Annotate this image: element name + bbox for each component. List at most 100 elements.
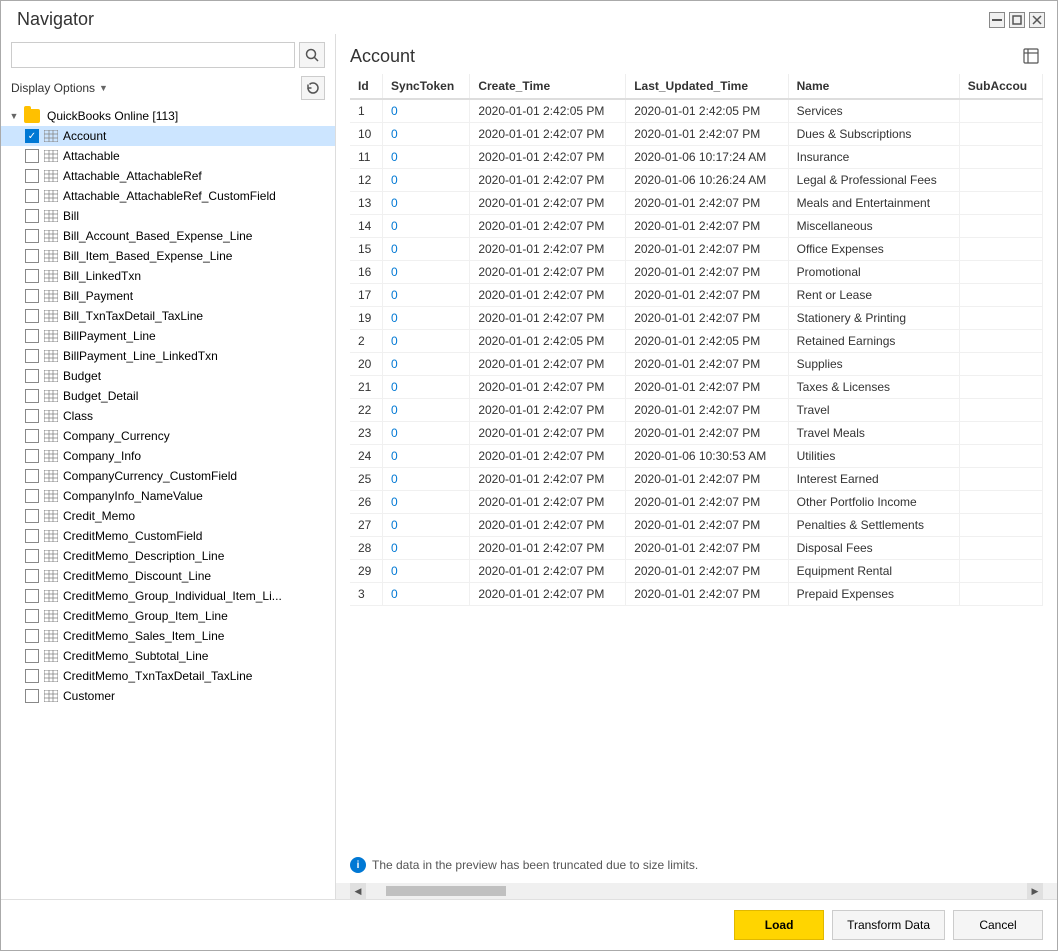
tree-item-label: Class bbox=[63, 409, 93, 423]
close-button[interactable] bbox=[1029, 12, 1045, 28]
tree-item[interactable]: Bill_Account_Based_Expense_Line bbox=[1, 226, 335, 246]
tree-item-checkbox[interactable] bbox=[25, 309, 39, 323]
tree-item[interactable]: Class bbox=[1, 406, 335, 426]
tree-item-checkbox[interactable] bbox=[25, 549, 39, 563]
tree-item[interactable]: Bill_LinkedTxn bbox=[1, 266, 335, 286]
cancel-button[interactable]: Cancel bbox=[953, 910, 1043, 940]
tree-item-checkbox[interactable] bbox=[25, 609, 39, 623]
tree-item-checkbox[interactable] bbox=[25, 409, 39, 423]
tree-item[interactable]: CreditMemo_TxnTaxDetail_TaxLine bbox=[1, 666, 335, 686]
tree-item-checkbox[interactable] bbox=[25, 589, 39, 603]
tree-item-checkbox[interactable] bbox=[25, 429, 39, 443]
tree-item[interactable]: Bill_TxnTaxDetail_TaxLine bbox=[1, 306, 335, 326]
display-options-button[interactable]: Display Options ▼ bbox=[11, 81, 108, 95]
tree-item-checkbox[interactable] bbox=[25, 229, 39, 243]
transform-data-button[interactable]: Transform Data bbox=[832, 910, 945, 940]
table-cell: 2020-01-01 2:42:07 PM bbox=[626, 376, 788, 399]
tree-item-checkbox[interactable] bbox=[25, 169, 39, 183]
tree-item-checkbox[interactable] bbox=[25, 369, 39, 383]
tree-root: ▼ QuickBooks Online [113] Account Attach… bbox=[1, 106, 335, 706]
search-input[interactable] bbox=[11, 42, 295, 68]
tree-item[interactable]: CreditMemo_Group_Individual_Item_Li... bbox=[1, 586, 335, 606]
tree-item-checkbox[interactable] bbox=[25, 269, 39, 283]
tree-item-checkbox[interactable] bbox=[25, 509, 39, 523]
tree-item-checkbox[interactable] bbox=[25, 469, 39, 483]
tree-item-checkbox[interactable] bbox=[25, 449, 39, 463]
tree-item[interactable]: Attachable_AttachableRef bbox=[1, 166, 335, 186]
table-cell bbox=[959, 330, 1042, 353]
tree-item[interactable]: CreditMemo_CustomField bbox=[1, 526, 335, 546]
tree-item[interactable]: Company_Info bbox=[1, 446, 335, 466]
tree-item-checkbox[interactable] bbox=[25, 389, 39, 403]
tree-item-checkbox[interactable] bbox=[25, 129, 39, 143]
tree-item[interactable]: CreditMemo_Subtotal_Line bbox=[1, 646, 335, 666]
tree-item-checkbox[interactable] bbox=[25, 329, 39, 343]
tree-item[interactable]: CreditMemo_Group_Item_Line bbox=[1, 606, 335, 626]
table-cell: Services bbox=[788, 99, 959, 123]
table-cell: 2020-01-01 2:42:07 PM bbox=[626, 238, 788, 261]
search-button[interactable] bbox=[299, 42, 325, 68]
tree-item[interactable]: Credit_Memo bbox=[1, 506, 335, 526]
tree-item-checkbox[interactable] bbox=[25, 569, 39, 583]
table-cell: Interest Earned bbox=[788, 468, 959, 491]
table-header: IdSyncTokenCreate_TimeLast_Updated_TimeN… bbox=[350, 74, 1043, 99]
tree-item-checkbox[interactable] bbox=[25, 529, 39, 543]
tree-item-checkbox[interactable] bbox=[25, 209, 39, 223]
tree-item[interactable]: Bill_Payment bbox=[1, 286, 335, 306]
tree-item[interactable]: Customer bbox=[1, 686, 335, 706]
tree-item[interactable]: Budget_Detail bbox=[1, 386, 335, 406]
tree-item[interactable]: CompanyInfo_NameValue bbox=[1, 486, 335, 506]
table-icon bbox=[43, 589, 59, 603]
scrollbar-thumb[interactable] bbox=[386, 886, 506, 896]
tree-item-label: BillPayment_Line bbox=[63, 329, 156, 343]
tree-item-checkbox[interactable] bbox=[25, 289, 39, 303]
tree-item-checkbox[interactable] bbox=[25, 489, 39, 503]
refresh-button[interactable] bbox=[301, 76, 325, 100]
table-cell: 0 bbox=[383, 537, 470, 560]
tree-root-item[interactable]: ▼ QuickBooks Online [113] bbox=[1, 106, 335, 126]
tree-item[interactable]: Company_Currency bbox=[1, 426, 335, 446]
tree-item-checkbox[interactable] bbox=[25, 249, 39, 263]
tree-item[interactable]: Attachable_AttachableRef_CustomField bbox=[1, 186, 335, 206]
tree-item-checkbox[interactable] bbox=[25, 689, 39, 703]
export-icon-button[interactable] bbox=[1019, 44, 1043, 68]
table-icon bbox=[43, 329, 59, 343]
tree-item[interactable]: Attachable bbox=[1, 146, 335, 166]
scroll-right-button[interactable]: ▶ bbox=[1027, 883, 1043, 899]
table-cell: Other Portfolio Income bbox=[788, 491, 959, 514]
table-row: 2102020-01-01 2:42:07 PM2020-01-01 2:42:… bbox=[350, 376, 1043, 399]
tree-item[interactable]: Bill bbox=[1, 206, 335, 226]
tree-item-checkbox[interactable] bbox=[25, 149, 39, 163]
tree-item[interactable]: Account bbox=[1, 126, 335, 146]
maximize-button[interactable] bbox=[1009, 12, 1025, 28]
table-icon bbox=[43, 389, 59, 403]
tree-item-checkbox[interactable] bbox=[25, 349, 39, 363]
table-column-header: Id bbox=[350, 74, 383, 99]
table-cell: 2020-01-01 2:42:07 PM bbox=[626, 353, 788, 376]
scroll-left-button[interactable]: ◀ bbox=[350, 883, 366, 899]
footer: Load Transform Data Cancel bbox=[1, 899, 1057, 950]
table-icon bbox=[43, 169, 59, 183]
data-table-container[interactable]: IdSyncTokenCreate_TimeLast_Updated_TimeN… bbox=[336, 74, 1057, 847]
tree-item[interactable]: CreditMemo_Description_Line bbox=[1, 546, 335, 566]
tree-container[interactable]: ▼ QuickBooks Online [113] Account Attach… bbox=[1, 106, 335, 899]
tree-item-checkbox[interactable] bbox=[25, 189, 39, 203]
tree-item-checkbox[interactable] bbox=[25, 669, 39, 683]
tree-item[interactable]: BillPayment_Line bbox=[1, 326, 335, 346]
minimize-button[interactable] bbox=[989, 12, 1005, 28]
horizontal-scrollbar[interactable]: ◀ ▶ bbox=[336, 883, 1057, 899]
tree-item[interactable]: Bill_Item_Based_Expense_Line bbox=[1, 246, 335, 266]
scrollbar-track[interactable] bbox=[366, 886, 1027, 896]
table-row: 202020-01-01 2:42:05 PM2020-01-01 2:42:0… bbox=[350, 330, 1043, 353]
table-cell: 14 bbox=[350, 215, 383, 238]
tree-item[interactable]: Budget bbox=[1, 366, 335, 386]
tree-item-checkbox[interactable] bbox=[25, 629, 39, 643]
tree-item[interactable]: BillPayment_Line_LinkedTxn bbox=[1, 346, 335, 366]
table-cell: 19 bbox=[350, 307, 383, 330]
load-button[interactable]: Load bbox=[734, 910, 824, 940]
tree-item[interactable]: CreditMemo_Discount_Line bbox=[1, 566, 335, 586]
tree-item-checkbox[interactable] bbox=[25, 649, 39, 663]
tree-item[interactable]: CreditMemo_Sales_Item_Line bbox=[1, 626, 335, 646]
tree-item[interactable]: CompanyCurrency_CustomField bbox=[1, 466, 335, 486]
data-table: IdSyncTokenCreate_TimeLast_Updated_TimeN… bbox=[350, 74, 1043, 606]
